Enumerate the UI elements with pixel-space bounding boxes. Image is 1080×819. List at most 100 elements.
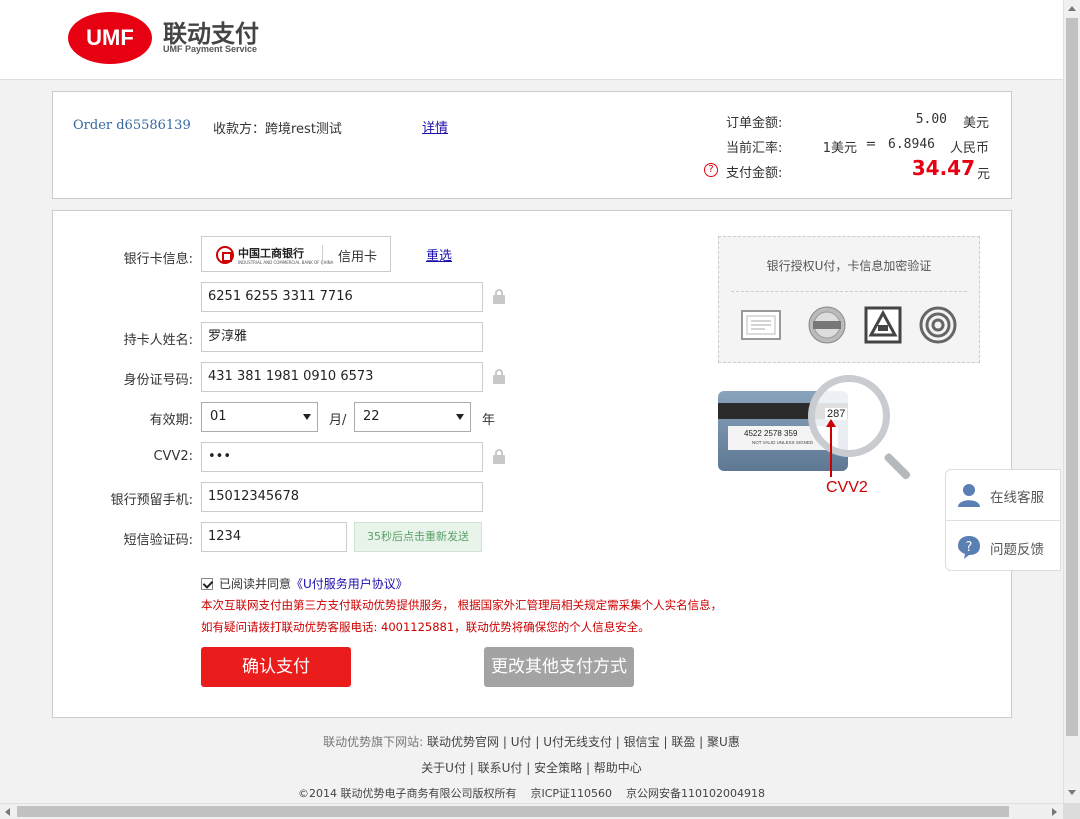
footer-link[interactable]: 联动优势官网 — [427, 735, 499, 749]
scroll-down-icon[interactable] — [1068, 790, 1076, 795]
expiry-label: 有效期: — [149, 413, 193, 428]
footer-link[interactable]: 聚U惠 — [707, 735, 740, 749]
footer-copyright: ©2014 联动优势电子商务有限公司版权所有 京ICP证110560 京公网安备… — [0, 785, 1063, 801]
lock-icon — [493, 369, 505, 384]
lock-icon — [493, 449, 505, 464]
payment-form: 银行卡信息: 中国工商银行 INDUSTRIAL AND COMMERCIAL … — [52, 210, 1012, 718]
bank-card-selector[interactable]: 中国工商银行 INDUSTRIAL AND COMMERCIAL BANK OF… — [201, 236, 391, 272]
cardholder-name-input[interactable]: 罗淳雅 — [201, 322, 483, 352]
expiry-month-value: 01 — [210, 409, 227, 424]
agreement-link[interactable]: 《U付服务用户协议》 — [291, 577, 408, 591]
name-label: 持卡人姓名: — [123, 333, 193, 348]
question-bubble-icon: ? — [958, 536, 980, 559]
other-payment-button[interactable]: 更改其他支付方式 — [484, 647, 634, 687]
card-number-input[interactable]: 6251 6255 3311 7716 — [201, 282, 483, 312]
police-number: 京公网安备110102004918 — [626, 787, 766, 800]
entrust-seal-icon — [808, 306, 846, 344]
sites-label: 联动优势旗下网站: — [323, 735, 424, 749]
scroll-up-icon[interactable] — [1068, 6, 1076, 11]
card-sign-text: NOT VALID UNLESS SIGNED — [752, 440, 814, 445]
footer-link[interactable]: 关于U付 — [421, 761, 466, 775]
footer-link[interactable]: U付无线支付 — [543, 735, 612, 749]
confirm-pay-button[interactable]: 确认支付 — [201, 647, 351, 687]
cvv-caption: CVV2 — [826, 479, 868, 496]
notice-line-1: 本次互联网支付由第三方支付联动优势提供服务， 根据国家外汇管理局相关规定需采集个… — [201, 598, 723, 612]
footer-link[interactable]: 联系U付 — [478, 761, 523, 775]
reselect-link[interactable]: 重选 — [426, 245, 452, 264]
arrow-up-icon — [826, 419, 836, 477]
exchange-rate-label: 当前汇率: — [726, 141, 783, 156]
id-number-input[interactable]: 431 381 1981 0910 6573 — [201, 362, 483, 392]
cvv-input[interactable]: ••• — [201, 442, 483, 472]
cvv-label: CVV2: — [153, 449, 193, 464]
chevron-down-icon — [456, 414, 464, 420]
exchange-rate-row: 当前汇率: 1美元 = 6.8946 人民币 — [53, 137, 1013, 156]
footer-sites: 联动优势旗下网站: 联动优势官网 | U付 | U付无线支付 | 银信宝 | 联… — [323, 735, 740, 749]
service-panel: 在线客服 ? 问题反馈 — [945, 469, 1061, 571]
order-summary: Order d65586139 收款方：跨境rest测试 详情 订单金额: 5.… — [52, 91, 1012, 199]
online-service-button[interactable]: 在线客服 — [946, 470, 1060, 520]
chevron-down-icon — [303, 414, 311, 420]
resend-sms-button[interactable]: 35秒后点击重新发送 — [354, 522, 482, 552]
pay-amount-unit: 元 — [976, 167, 990, 182]
pay-amount-row: ? 支付金额: 34.47 元 — [53, 156, 1013, 184]
feedback-button[interactable]: ? 问题反馈 — [946, 522, 1060, 572]
bank-name-en: INDUSTRIAL AND COMMERCIAL BANK OF CHINA — [238, 260, 334, 265]
scrollbar-corner — [1063, 803, 1080, 819]
brand-name-en: UMF Payment Service — [163, 44, 258, 54]
id-label: 身份证号码: — [123, 373, 193, 388]
lock-icon — [493, 289, 505, 304]
footer-link[interactable]: 联盈 — [671, 735, 695, 749]
help-icon[interactable]: ? — [704, 163, 718, 177]
magnifier-icon: 287 — [808, 375, 890, 457]
verify-title: 银行授权U付，卡信息加密验证 — [766, 259, 932, 273]
scrollbar-thumb[interactable] — [1066, 18, 1078, 736]
footer-link[interactable]: 银信宝 — [624, 735, 660, 749]
rate-currency: 人民币 — [949, 141, 989, 156]
icp-number: 京ICP证110560 — [530, 787, 613, 800]
verify-panel: 银行授权U付，卡信息加密验证 — [718, 236, 980, 363]
scroll-right-icon[interactable] — [1052, 808, 1057, 816]
copyright: ©2014 联动优势电子商务有限公司版权所有 — [297, 787, 517, 800]
expiry-year-value: 22 — [363, 409, 380, 424]
order-amount-currency: 美元 — [962, 116, 989, 131]
agreement: 已阅读并同意《U付服务用户协议》 — [201, 575, 408, 592]
footer-link[interactable]: 帮助中心 — [594, 761, 642, 775]
expiry-month-select[interactable]: 01 — [201, 402, 318, 432]
card-number-sample: 4522 2578 359 — [744, 429, 798, 438]
notice-line-2: 如有疑问请拨打联动优势客服电话: 4001125881，联动优势将确保您的个人信… — [201, 620, 650, 634]
card-type: 信用卡 — [338, 250, 378, 265]
order-amount-row: 订单金额: 5.00 美元 — [53, 112, 1013, 131]
bank-label: 银行卡信息: — [123, 252, 193, 267]
divider — [946, 520, 1060, 521]
scroll-left-icon[interactable] — [5, 808, 10, 816]
order-amount-label: 订单金额: — [726, 116, 783, 131]
horizontal-scrollbar[interactable] — [0, 803, 1063, 819]
sms-code-input[interactable]: 1234 — [201, 522, 347, 552]
header: UMF 联动支付 UMF Payment Service — [0, 0, 1063, 80]
expiry-year-select[interactable]: 22 — [354, 402, 471, 432]
svg-text:?: ? — [966, 540, 973, 555]
sms-label: 短信验证码: — [123, 533, 193, 548]
magnifier-handle — [883, 452, 912, 481]
footer-link[interactable]: U付 — [511, 735, 532, 749]
umf-logo: UMF — [68, 12, 152, 64]
footer-link[interactable]: 安全策略 — [534, 761, 582, 775]
footer-links: 关于U付 | 联系U付 | 安全策略 | 帮助中心 — [421, 761, 642, 775]
cfca-icon — [919, 306, 957, 344]
bank-name: 中国工商银行 — [238, 247, 304, 260]
icbc-logo-icon — [216, 246, 234, 264]
pay-amount-label: 支付金额: — [726, 166, 783, 181]
agree-checkbox[interactable] — [201, 578, 213, 590]
phone-input[interactable]: 15012345678 — [201, 482, 483, 512]
bank-union-icon — [864, 306, 902, 344]
order-amount-value: 5.00 — [915, 112, 947, 127]
user-icon — [958, 484, 980, 507]
certificate-icon — [741, 310, 781, 340]
agree-text: 已阅读并同意 — [219, 577, 292, 591]
vertical-scrollbar[interactable] — [1063, 0, 1080, 803]
pay-amount-value: 34.47 — [911, 156, 975, 180]
online-service-label: 在线客服 — [990, 490, 1044, 506]
rate-value: 6.8946 — [888, 137, 935, 152]
scrollbar-thumb[interactable] — [17, 806, 1009, 817]
